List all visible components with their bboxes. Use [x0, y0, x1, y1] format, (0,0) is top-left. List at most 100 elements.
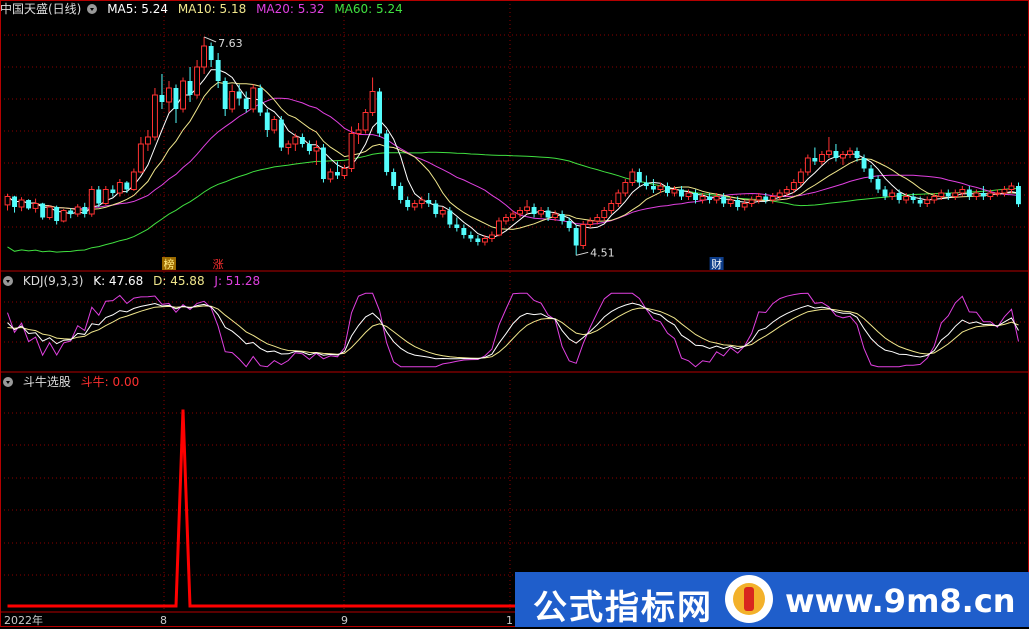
- candle-body: [60, 210, 67, 222]
- candle-body: [12, 196, 17, 207]
- candle-body: [468, 235, 474, 239]
- candle-body: [790, 182, 797, 190]
- candle-body: [257, 88, 263, 113]
- x-axis-label: 1: [506, 614, 513, 627]
- candle-body: [418, 199, 425, 204]
- candle-body: [622, 182, 629, 194]
- candle-body: [384, 133, 390, 172]
- candle-body: [707, 196, 712, 200]
- candle-body: [587, 220, 594, 225]
- candle-body: [292, 136, 299, 145]
- candle-body: [145, 136, 151, 145]
- candle-body: [377, 91, 382, 134]
- candle-body: [973, 192, 980, 197]
- candle-body: [321, 147, 326, 179]
- candle-body: [137, 143, 144, 173]
- candle-body: [1008, 185, 1015, 190]
- candle-body: [531, 207, 537, 214]
- candle-body: [88, 189, 95, 215]
- candle-body: [987, 192, 994, 197]
- candle-body: [910, 196, 916, 200]
- candle-body: [875, 179, 881, 190]
- candle-body: [889, 192, 896, 197]
- candle-body: [1001, 189, 1008, 194]
- candle-body: [601, 210, 608, 218]
- ma10-label: MA10: 5.18: [177, 2, 247, 16]
- candle-body: [306, 144, 312, 151]
- j-label: J: 51.28: [214, 274, 261, 288]
- candle-body: [18, 199, 25, 208]
- dropdown-icon[interactable]: [3, 377, 13, 387]
- candle-body: [917, 200, 923, 204]
- kdj-title: KDJ(9,3,3): [22, 274, 84, 288]
- candle-body: [201, 45, 208, 68]
- candle-body: [285, 143, 292, 148]
- candle-body: [454, 224, 460, 228]
- candle-body: [615, 192, 622, 204]
- candle-body: [931, 196, 938, 201]
- dn-title: 斗牛选股: [22, 375, 71, 389]
- low-price-label: 4.51: [590, 246, 615, 259]
- candle-body: [959, 189, 966, 194]
- candle-body: [229, 91, 236, 110]
- candle-body: [335, 172, 340, 176]
- candle-body: [215, 60, 221, 81]
- candle-body: [651, 186, 656, 190]
- candle-body: [496, 220, 502, 236]
- candle-body: [545, 210, 551, 218]
- candle-body: [102, 189, 109, 204]
- candle-body: [580, 224, 587, 246]
- candle-body: [426, 200, 432, 204]
- candle-body: [741, 203, 748, 208]
- candle-body: [847, 150, 853, 155]
- candle-body: [208, 46, 214, 60]
- x-axis-label: 2022年: [4, 613, 43, 627]
- candle-body: [433, 203, 439, 214]
- candle-body: [833, 151, 839, 158]
- ma20-label: MA20: 5.32: [256, 2, 325, 16]
- candle-body: [243, 98, 249, 109]
- candle-body: [461, 228, 467, 235]
- kdj-legend: KDJ(9,3,3) K: 47.68 D: 45.88 J: 51.28: [0, 272, 266, 290]
- candle-body: [685, 192, 692, 197]
- candle-body: [748, 199, 755, 204]
- candle-body: [826, 150, 832, 155]
- watermark-text: 公式指标网: [533, 588, 713, 628]
- candle-body: [671, 189, 678, 194]
- candle-body: [608, 203, 615, 211]
- candle-body: [398, 186, 404, 200]
- candle-body: [980, 193, 986, 197]
- x-axis-label: 8: [160, 614, 167, 627]
- candle-body: [278, 119, 284, 148]
- candle-body: [769, 196, 776, 201]
- event-marker-label: 涨: [213, 258, 224, 271]
- candle-body: [391, 172, 397, 186]
- candle-body: [355, 129, 362, 134]
- dropdown-icon[interactable]: [87, 4, 98, 14]
- ma5-label: MA5: 5.24: [107, 2, 168, 16]
- watermark-url: www.9m8.cn: [785, 582, 1016, 620]
- candle-body: [411, 203, 418, 208]
- candle-body: [882, 189, 888, 197]
- dropdown-icon[interactable]: [3, 276, 13, 286]
- candle-body: [194, 66, 201, 96]
- candle-body: [776, 192, 783, 197]
- candle-body: [721, 196, 727, 204]
- candle-body: [559, 214, 565, 221]
- candle-body: [180, 80, 187, 110]
- candle-body: [699, 196, 706, 201]
- candle-body: [482, 238, 488, 243]
- dn-legend: 斗牛选股 斗牛: 0.00: [0, 373, 145, 391]
- candle-body: [110, 189, 116, 193]
- candle-body: [187, 81, 193, 95]
- candle-body: [868, 168, 874, 179]
- event-marker-label: 财: [711, 257, 722, 271]
- candle-body: [46, 206, 53, 218]
- candle-body: [447, 210, 453, 225]
- candle-body: [348, 133, 355, 169]
- candle-body: [896, 193, 902, 200]
- candle-body: [763, 196, 769, 200]
- candle-body: [68, 210, 74, 214]
- kdj-k-line: [7, 302, 1019, 360]
- ma60-line: [7, 151, 1019, 253]
